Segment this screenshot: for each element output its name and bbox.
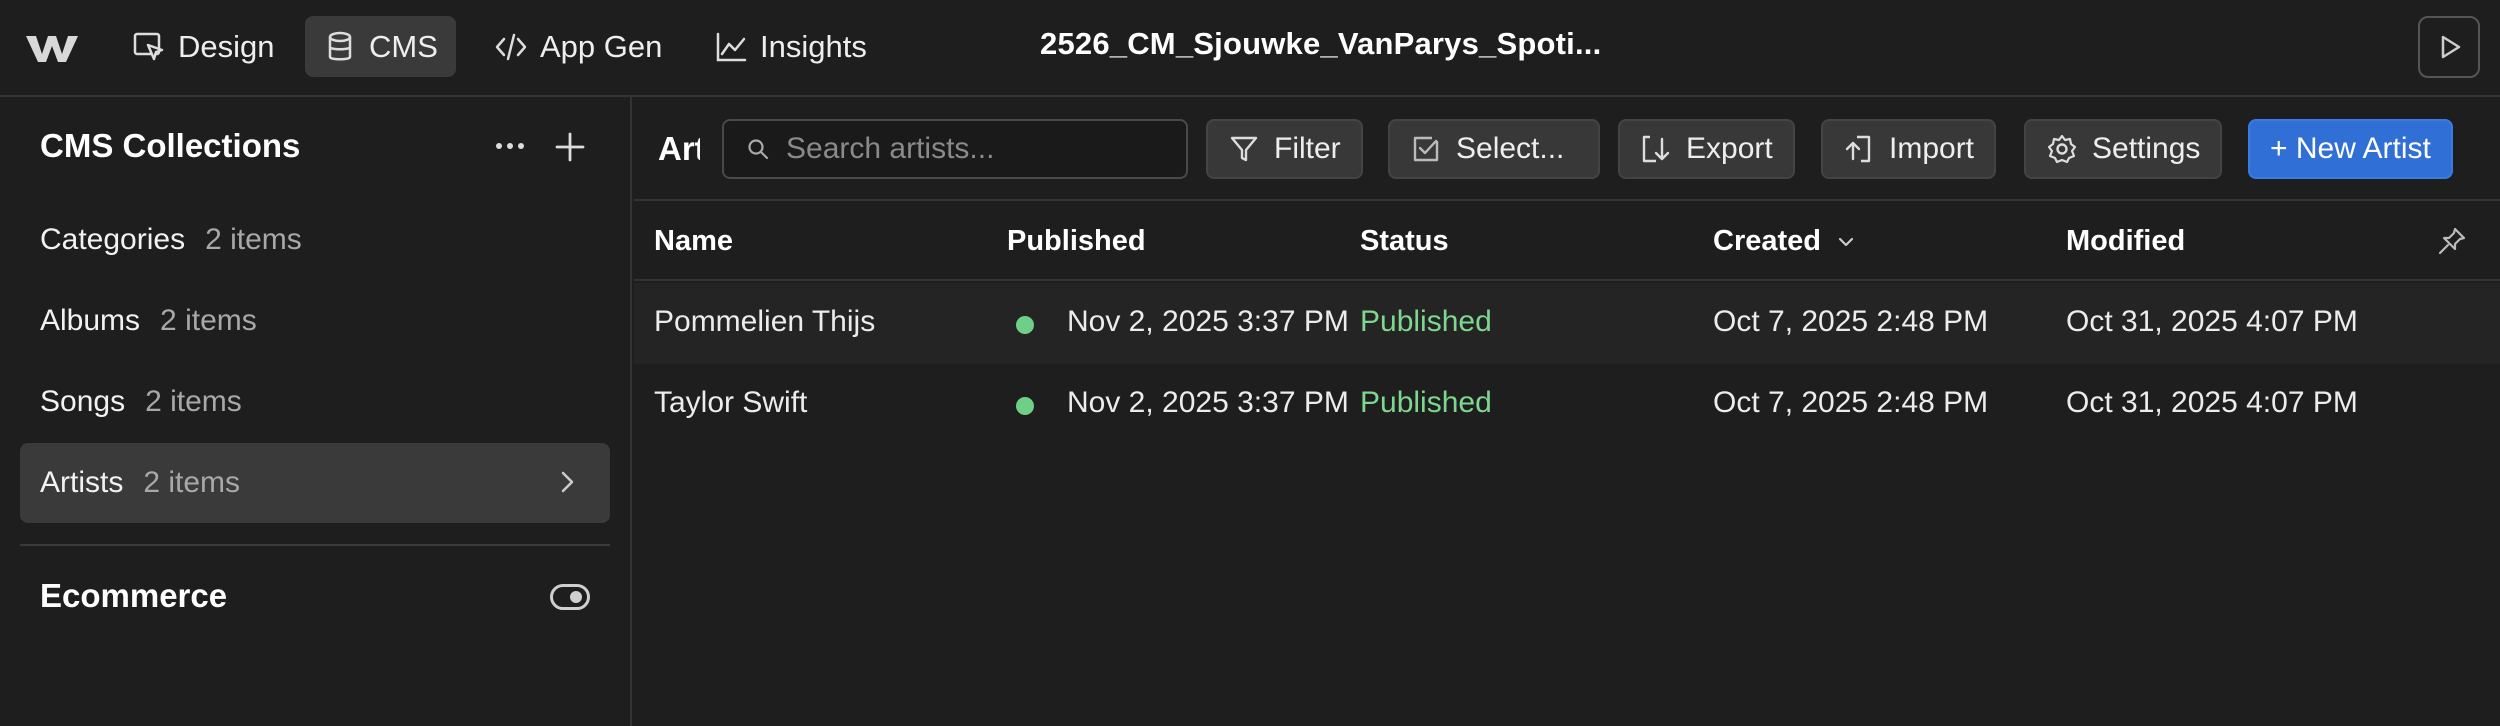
cell-published: Nov 2, 2025 3:37 PM [1067, 386, 1349, 419]
table-header: Name Published Status Created Modified [634, 201, 2500, 281]
search-box[interactable] [722, 119, 1188, 179]
new-artist-label: + New Artist [2270, 132, 2431, 165]
preview-button[interactable] [2418, 16, 2480, 78]
column-header-label: Published [1007, 225, 1146, 257]
sidebar-item-label: Songs [40, 385, 126, 418]
sidebar-item-count: 2 items [145, 385, 242, 418]
search-icon [748, 139, 769, 160]
project-title: 2526_CM_Sjouwke_VanParys_Spoti... [1040, 26, 1602, 61]
column-header-label: Status [1360, 225, 1449, 257]
webflow-logo-icon[interactable] [26, 28, 78, 68]
export-label: Export [1686, 132, 1773, 165]
cursor-select-icon [133, 32, 164, 60]
checkbox-icon [1413, 136, 1439, 162]
cell-created: Oct 7, 2025 2:48 PM [1713, 305, 1989, 338]
import-label: Import [1889, 132, 1975, 165]
add-collection-icon[interactable] [550, 127, 590, 167]
column-header-label: Created [1713, 225, 1821, 257]
sidebar-item-songs[interactable]: Songs 2 items [20, 362, 610, 442]
sidebar-heading: CMS Collections [40, 127, 301, 164]
ecommerce-heading: Ecommerce [40, 577, 228, 614]
nav-app-gen[interactable]: App Gen [476, 16, 680, 77]
sidebar-item-label: Artists [40, 466, 124, 499]
column-header-published[interactable]: Published [1007, 225, 1146, 258]
select-button[interactable]: Select... [1388, 119, 1600, 179]
export-icon [1642, 135, 1670, 163]
sidebar-item-artists[interactable]: Artists 2 items [20, 443, 610, 523]
column-header-status[interactable]: Status [1360, 225, 1449, 258]
collection-toolbar: Artists Filter Select... [634, 97, 2500, 201]
column-header-created[interactable]: Created [1713, 225, 1857, 258]
sidebar-item-count: 2 items [160, 304, 257, 337]
table-row[interactable]: Pommelien Thijs Nov 2, 2025 3:37 PM Publ… [634, 283, 2500, 364]
sort-chevron-down-icon [1838, 237, 1854, 246]
column-header-label: Modified [2066, 225, 2186, 257]
gear-icon [2047, 134, 2077, 164]
published-status-dot-icon [1016, 316, 1034, 334]
column-header-label: Name [654, 225, 733, 257]
select-label: Select... [1456, 132, 1565, 165]
more-options-icon[interactable] [490, 131, 530, 161]
cms-sidebar: CMS Collections Categories 2 items Album… [0, 97, 632, 726]
cell-modified: Oct 31, 2025 4:07 PM [2066, 386, 2358, 419]
sidebar-divider [20, 544, 610, 546]
chart-line-icon [716, 32, 747, 61]
sidebar-item-label: Albums [40, 304, 141, 337]
nav-design-label: Design [178, 28, 275, 64]
cell-published: Nov 2, 2025 3:37 PM [1067, 305, 1349, 338]
sidebar-item-categories[interactable]: Categories 2 items [20, 200, 610, 280]
collection-main: Artists Filter Select... [634, 97, 2500, 726]
sidebar-item-label: Categories [40, 223, 186, 256]
nav-app-gen-label: App Gen [540, 28, 663, 64]
new-artist-button[interactable]: + New Artist [2248, 119, 2453, 179]
search-input[interactable] [786, 132, 1166, 166]
play-icon [2441, 35, 2461, 59]
sidebar-item-albums[interactable]: Albums 2 items [20, 281, 610, 361]
sidebar-item-count: 2 items [205, 223, 302, 256]
export-button[interactable]: Export [1618, 119, 1795, 179]
sidebar-item-count: 2 items [143, 466, 241, 499]
pin-icon[interactable] [2436, 225, 2468, 257]
cell-status: Published [1360, 305, 1492, 338]
collection-title: Artists [658, 130, 700, 167]
settings-button[interactable]: Settings [2024, 119, 2223, 179]
cell-name: Taylor Swift [654, 386, 808, 419]
code-icon [495, 33, 527, 60]
published-status-dot-icon [1016, 397, 1034, 415]
cell-status: Published [1360, 386, 1492, 419]
column-header-name[interactable]: Name [654, 225, 733, 258]
chevron-right-icon [561, 471, 574, 493]
settings-label: Settings [2092, 132, 2201, 165]
nav-design[interactable]: Design [114, 16, 293, 77]
nav-insights-label: Insights [760, 28, 867, 64]
nav-insights[interactable]: Insights [696, 16, 885, 77]
cell-modified: Oct 31, 2025 4:07 PM [2066, 305, 2358, 338]
filter-label: Filter [1274, 132, 1341, 165]
filter-button[interactable]: Filter [1206, 119, 1363, 179]
column-header-modified[interactable]: Modified [2066, 225, 2185, 258]
ecommerce-toggle-icon[interactable] [550, 584, 590, 610]
filter-icon [1230, 136, 1258, 162]
table-row[interactable]: Taylor Swift Nov 2, 2025 3:37 PM Publish… [634, 364, 2500, 445]
top-bar: Design CMS App Gen Insights 2526_CM_Sjou… [0, 0, 2500, 97]
database-icon [328, 31, 352, 60]
nav-cms-label: CMS [369, 28, 438, 64]
nav-cms[interactable]: CMS [305, 16, 456, 77]
cell-created: Oct 7, 2025 2:48 PM [1713, 386, 1989, 419]
import-button[interactable]: Import [1821, 119, 1997, 179]
cell-name: Pommelien Thijs [654, 305, 876, 338]
import-icon [1845, 135, 1871, 163]
